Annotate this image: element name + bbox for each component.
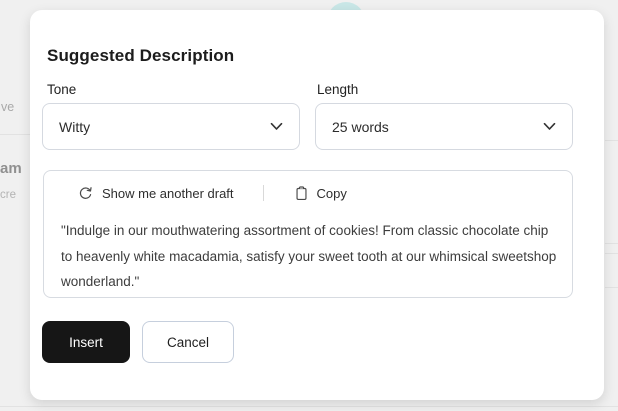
suggested-description-dialog: Suggested Description Tone Length Witty …: [30, 10, 604, 400]
draft-panel: Show me another draft Copy "Indulge in o…: [43, 170, 573, 298]
background-divider: [0, 134, 30, 135]
page: ve am cre Suggested Description Tone Len…: [0, 0, 618, 411]
dialog-title: Suggested Description: [47, 46, 235, 65]
background-text-fragment: ve: [1, 100, 15, 114]
background-divider: [0, 406, 618, 407]
tone-select[interactable]: Witty: [42, 103, 300, 150]
background-text-fragment: cre: [0, 189, 16, 201]
background-divider: [605, 140, 618, 141]
background-divider: [605, 243, 618, 244]
tone-label: Tone: [47, 82, 77, 97]
toolbar-divider: [262, 185, 264, 201]
length-select[interactable]: 25 words: [315, 103, 573, 150]
draft-text: "Indulge in our mouthwatering assortment…: [61, 223, 557, 289]
tone-selected-value: Witty: [59, 118, 91, 135]
background-divider: [605, 287, 618, 288]
cancel-button[interactable]: Cancel: [142, 321, 234, 363]
insert-button[interactable]: Insert: [42, 321, 130, 363]
chevron-down-icon: [543, 122, 556, 130]
background-text-fragment: am: [0, 160, 22, 177]
regenerate-button[interactable]: Show me another draft: [78, 186, 234, 201]
copy-label: Copy: [316, 185, 347, 201]
refresh-icon: [79, 186, 92, 199]
length-label: Length: [317, 82, 359, 97]
chevron-down-icon: [270, 122, 283, 130]
background-divider: [605, 253, 618, 254]
copy-button[interactable]: Copy: [295, 186, 347, 201]
regenerate-label: Show me another draft: [102, 185, 234, 201]
length-selected-value: 25 words: [332, 118, 389, 135]
clipboard-icon: [295, 185, 307, 200]
draft-toolbar: Show me another draft Copy: [78, 184, 347, 202]
